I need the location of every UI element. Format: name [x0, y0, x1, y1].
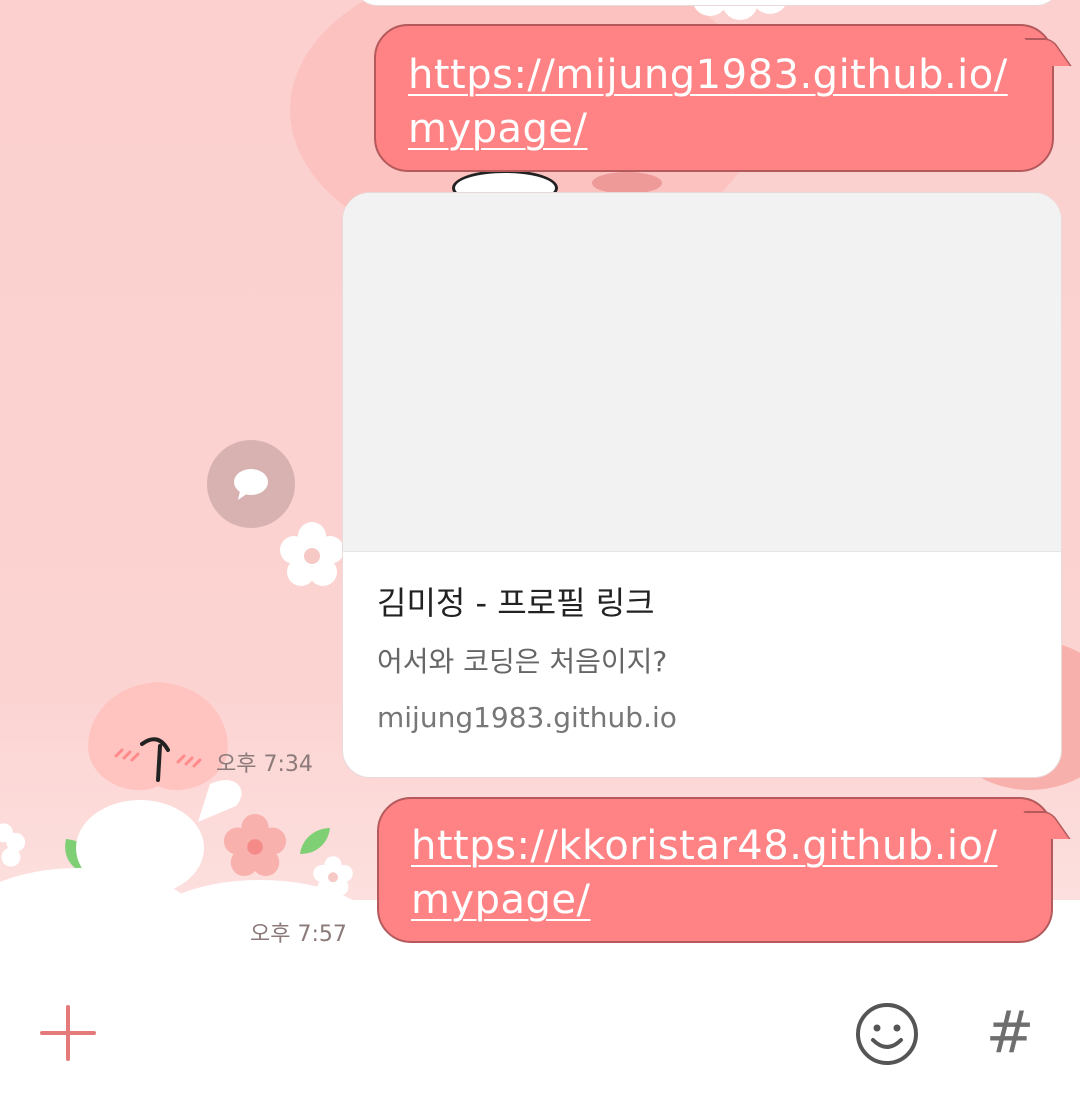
emoji-icon — [856, 1003, 918, 1065]
previous-message-edge — [352, 0, 1062, 6]
message-link-line: https://kkoristar48.github.io/ — [411, 823, 998, 869]
link-preview-title: 김미정 - 프로필 링크 — [377, 584, 655, 622]
leaf-icon — [300, 828, 330, 854]
message-timestamp: 오후 7:34 — [216, 752, 313, 777]
peach-character-icon — [76, 682, 242, 892]
message-timestamp: 오후 7:57 — [250, 922, 347, 947]
message-bubble[interactable]: https://kkoristar48.github.io/ mypage/ — [377, 797, 1071, 943]
message-link-line: mypage/ — [408, 106, 588, 152]
link-preview-card[interactable]: 김미정 - 프로필 링크 어서와 코딩은 처음이지? mijung1983.gi… — [342, 192, 1062, 778]
hash-label: # — [985, 998, 1035, 1066]
message-link[interactable]: https://kkoristar48.github.io/ mypage/ — [411, 819, 1021, 927]
hashtag-search-button[interactable]: # — [982, 1000, 1038, 1064]
flower-icon — [280, 522, 344, 586]
message-link-line: https://mijung1983.github.io/ — [408, 52, 1008, 98]
emoji-button[interactable] — [855, 1002, 919, 1066]
attach-button[interactable] — [38, 1003, 98, 1063]
flower-icon — [0, 823, 26, 867]
background-leaf-shape — [592, 172, 662, 194]
chat-area[interactable]: https://mijung1983.github.io/ mypage/ 김미… — [0, 0, 1080, 965]
share-button[interactable] — [207, 440, 295, 528]
link-preview-domain: mijung1983.github.io — [377, 701, 677, 734]
message-bubble[interactable]: https://mijung1983.github.io/ mypage/ — [374, 24, 1072, 172]
plus-icon — [40, 1005, 96, 1061]
speech-bubble-icon — [234, 469, 268, 500]
bubble-tail — [1024, 38, 1072, 66]
link-preview-description: 어서와 코딩은 처음이지? — [377, 645, 668, 678]
link-preview-thumbnail — [343, 193, 1061, 552]
bubble-tail — [1023, 811, 1071, 839]
message-link[interactable]: https://mijung1983.github.io/ mypage/ — [408, 48, 1022, 156]
message-link-line: mypage/ — [411, 877, 591, 923]
